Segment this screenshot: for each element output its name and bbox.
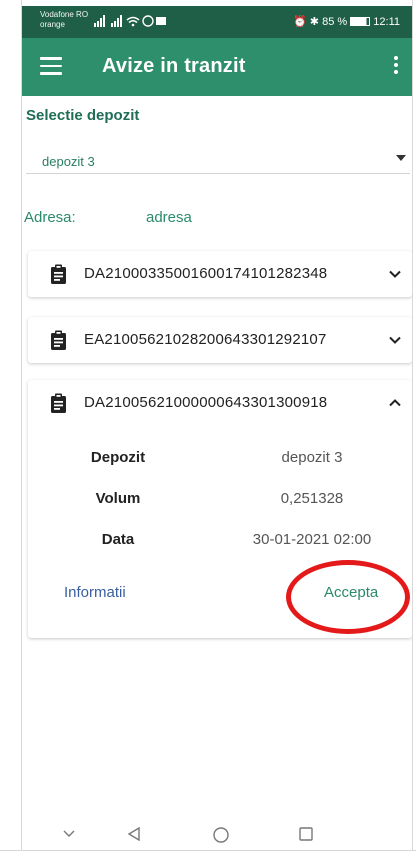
signal-icons (94, 15, 166, 30)
status-bar: Vodafone RO orange ⏰ ✱ 85 % 12:11 (22, 6, 412, 38)
section-title-selection: Selectie depozit (26, 107, 140, 124)
transit-card[interactable]: DA21000335001600174101282348 (28, 251, 412, 297)
detail-row-volum: Volum 0,251328 (28, 490, 412, 512)
detail-key: Volum (95, 490, 141, 507)
document-id: EA21005621028200643301292107 (84, 331, 327, 348)
clipboard-icon (51, 330, 66, 350)
bluetooth-icon: ✱ (309, 16, 320, 28)
clock-time: 12:11 (373, 16, 400, 28)
nav-back-icon[interactable] (126, 826, 142, 842)
menu-icon[interactable] (40, 57, 62, 75)
clipboard-icon (51, 264, 66, 284)
detail-key: Data (101, 531, 135, 548)
carrier-info: Vodafone RO orange (40, 10, 88, 30)
dropdown-selected-value: depozit 3 (42, 154, 95, 169)
detail-value: 30-01-2021 02:00 (252, 531, 372, 548)
highlight-annotation-circle (286, 560, 410, 634)
alarm-icon: ⏰ (293, 16, 307, 28)
screenshot-frame: Vodafone RO orange ⏰ ✱ 85 % 12:11 Avize … (0, 0, 416, 858)
carrier-line-1: Vodafone RO (40, 10, 89, 19)
card-header[interactable]: DA21000335001600174101282348 (28, 251, 412, 297)
transit-card[interactable]: EA21005621028200643301292107 (28, 317, 412, 363)
frame-bottom-margin (0, 850, 416, 858)
address-value: adresa (146, 209, 192, 226)
nav-collapse-icon[interactable] (62, 826, 76, 840)
frame-left-margin (0, 0, 22, 858)
signal-wifi-icon (94, 15, 166, 27)
detail-row-depozit: Depozit depozit 3 (28, 449, 412, 471)
informatii-button[interactable]: Informatii (64, 584, 126, 601)
detail-row-data: Data 30-01-2021 02:00 (28, 531, 412, 553)
app-bar: Avize in tranzit (22, 38, 412, 96)
nav-home-icon[interactable] (212, 826, 230, 844)
detail-value: depozit 3 (281, 449, 343, 466)
status-right: ⏰ ✱ 85 % 12:11 (293, 15, 400, 28)
warehouse-dropdown[interactable]: depozit 3 (26, 144, 410, 174)
document-id: DA21000335001600174101282348 (84, 265, 328, 282)
document-id: DA21005621000000643301300918 (84, 394, 328, 411)
battery-percent: 85 % (322, 16, 348, 28)
chevron-up-icon[interactable] (388, 396, 402, 410)
address-label: Adresa: (24, 209, 76, 226)
more-vert-icon[interactable] (392, 56, 400, 78)
carrier-line-2: orange (40, 20, 65, 29)
detail-value: 0,251328 (280, 490, 344, 507)
chevron-down-icon[interactable] (388, 267, 402, 281)
dropdown-arrow-icon (396, 155, 406, 161)
app-title: Avize in tranzit (102, 55, 246, 77)
clipboard-icon (51, 393, 66, 413)
battery-icon (350, 17, 371, 26)
card-header[interactable]: DA21005621000000643301300918 (28, 380, 412, 426)
system-nav-bar (22, 822, 412, 850)
phone-screen: Vodafone RO orange ⏰ ✱ 85 % 12:11 Avize … (22, 6, 412, 850)
chevron-down-icon[interactable] (388, 333, 402, 347)
card-header[interactable]: EA21005621028200643301292107 (28, 317, 412, 363)
nav-recents-icon[interactable] (298, 826, 314, 842)
detail-key: Depozit (90, 449, 146, 466)
frame-right-margin (412, 0, 416, 858)
